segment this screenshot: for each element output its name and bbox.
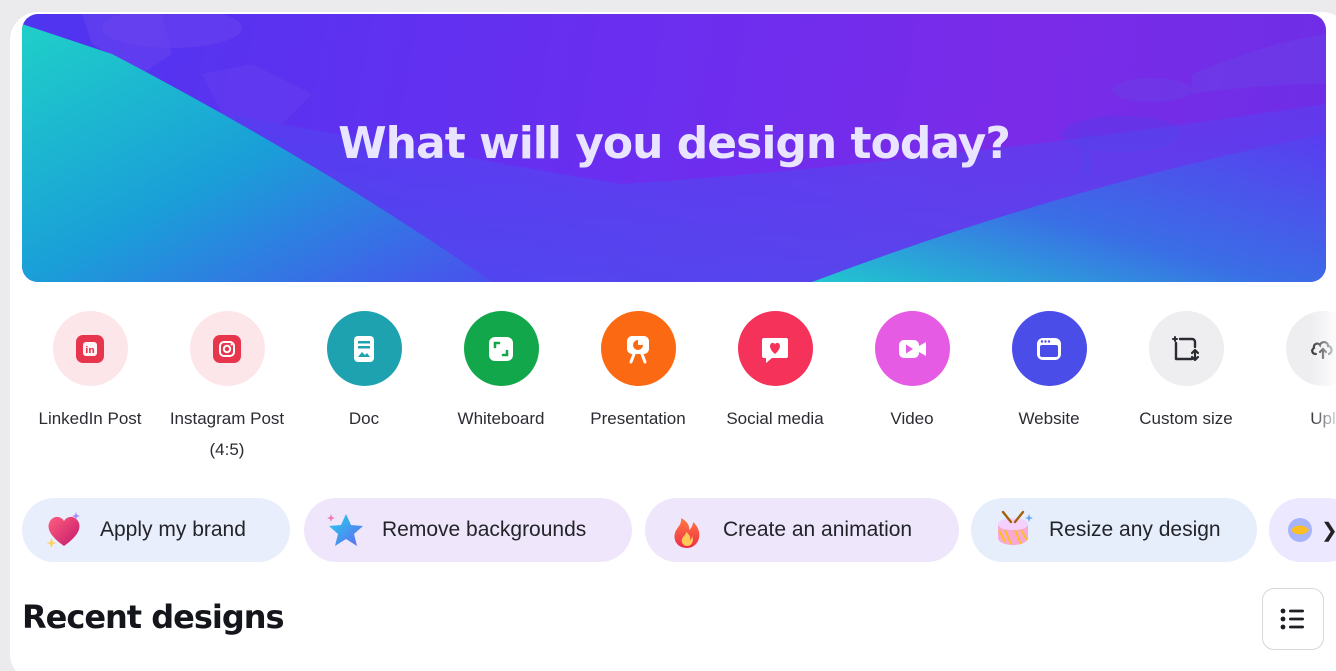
shortcut-label: Instagram Post (4:5)	[169, 409, 285, 459]
website-icon	[1037, 337, 1061, 360]
shortcut-circle	[189, 311, 265, 386]
shortcut-label: Custom size	[1139, 409, 1233, 428]
heart-icon	[762, 337, 788, 363]
shortcut-label: Whiteboard	[457, 409, 545, 428]
shortcut-presentation[interactable]: Presentation	[570, 308, 706, 434]
hero-title: What will you design today?	[338, 118, 1011, 169]
svg-text:in: in	[85, 346, 95, 356]
home-panel: What will you design today? in LinkedIn …	[10, 12, 1336, 671]
pill-label: Remove backgrounds	[382, 518, 587, 541]
pill-label: Apply my brand	[100, 518, 246, 541]
linkedin-icon: in	[76, 334, 104, 363]
fire-icon	[674, 518, 700, 548]
video-icon	[899, 339, 926, 358]
pills-scroll-next[interactable]: ❯	[1269, 498, 1336, 562]
globe-sparkle-icon	[1288, 518, 1312, 542]
shortcut-label: Website	[1018, 409, 1080, 428]
shortcut-label: Video	[890, 409, 934, 428]
presentation-icon	[627, 335, 649, 363]
pill-remove-backgrounds[interactable]: Remove backgrounds	[304, 498, 632, 562]
shortcut-circle	[1148, 311, 1224, 386]
star-icon	[327, 514, 363, 546]
recent-designs-title: Recent designs	[22, 598, 285, 636]
shortcut-instagram-post[interactable]: Instagram Post (4:5)	[159, 308, 295, 465]
custom-size-icon	[1172, 335, 1200, 361]
whiteboard-icon	[489, 336, 513, 361]
pill-apply-my-brand[interactable]: Apply my brand	[22, 498, 290, 562]
shortcut-circle	[600, 311, 676, 386]
shortcut-circle	[737, 311, 813, 386]
shortcut-video[interactable]: Video	[844, 308, 980, 434]
shortcut-label: Doc	[348, 409, 380, 428]
design-shortcuts: in LinkedIn Post Instagram Post (4:5) Do…	[10, 308, 1336, 468]
drum-icon	[998, 510, 1033, 545]
shortcut-circle	[326, 311, 402, 386]
chevron-right-icon: ❯	[1321, 518, 1336, 543]
shortcut-doc[interactable]: Doc	[296, 308, 432, 434]
shortcut-linkedin-post[interactable]: in LinkedIn Post	[22, 308, 158, 434]
pill-label: Resize any design	[1049, 518, 1221, 541]
list-view-icon	[1280, 608, 1304, 630]
shortcut-whiteboard[interactable]: Whiteboard	[433, 308, 569, 434]
shortcut-label: Social media	[726, 409, 824, 428]
shortcut-circle	[1011, 311, 1087, 386]
pill-resize-any-design[interactable]: Resize any design	[971, 498, 1257, 562]
list-view-button[interactable]	[1262, 588, 1324, 650]
shortcut-label: LinkedIn Post	[38, 409, 142, 428]
shortcut-website[interactable]: Website	[981, 308, 1117, 434]
shortcut-custom-size[interactable]: Custom size	[1118, 308, 1254, 434]
shortcut-circle	[463, 311, 539, 386]
pill-label: Create an animation	[723, 518, 913, 541]
hero-banner: What will you design today?	[22, 14, 1326, 282]
shortcut-label: Presentation	[590, 409, 686, 428]
pill-create-an-animation[interactable]: Create an animation	[645, 498, 959, 562]
instagram-icon	[213, 334, 241, 363]
shortcut-social-media[interactable]: Social media	[707, 308, 843, 434]
shortcut-circle	[874, 311, 950, 386]
shortcut-circle: in	[52, 311, 128, 386]
doc-icon	[354, 335, 374, 362]
shortcuts-fade	[1310, 292, 1336, 482]
heart-sparkle-icon	[46, 512, 80, 548]
